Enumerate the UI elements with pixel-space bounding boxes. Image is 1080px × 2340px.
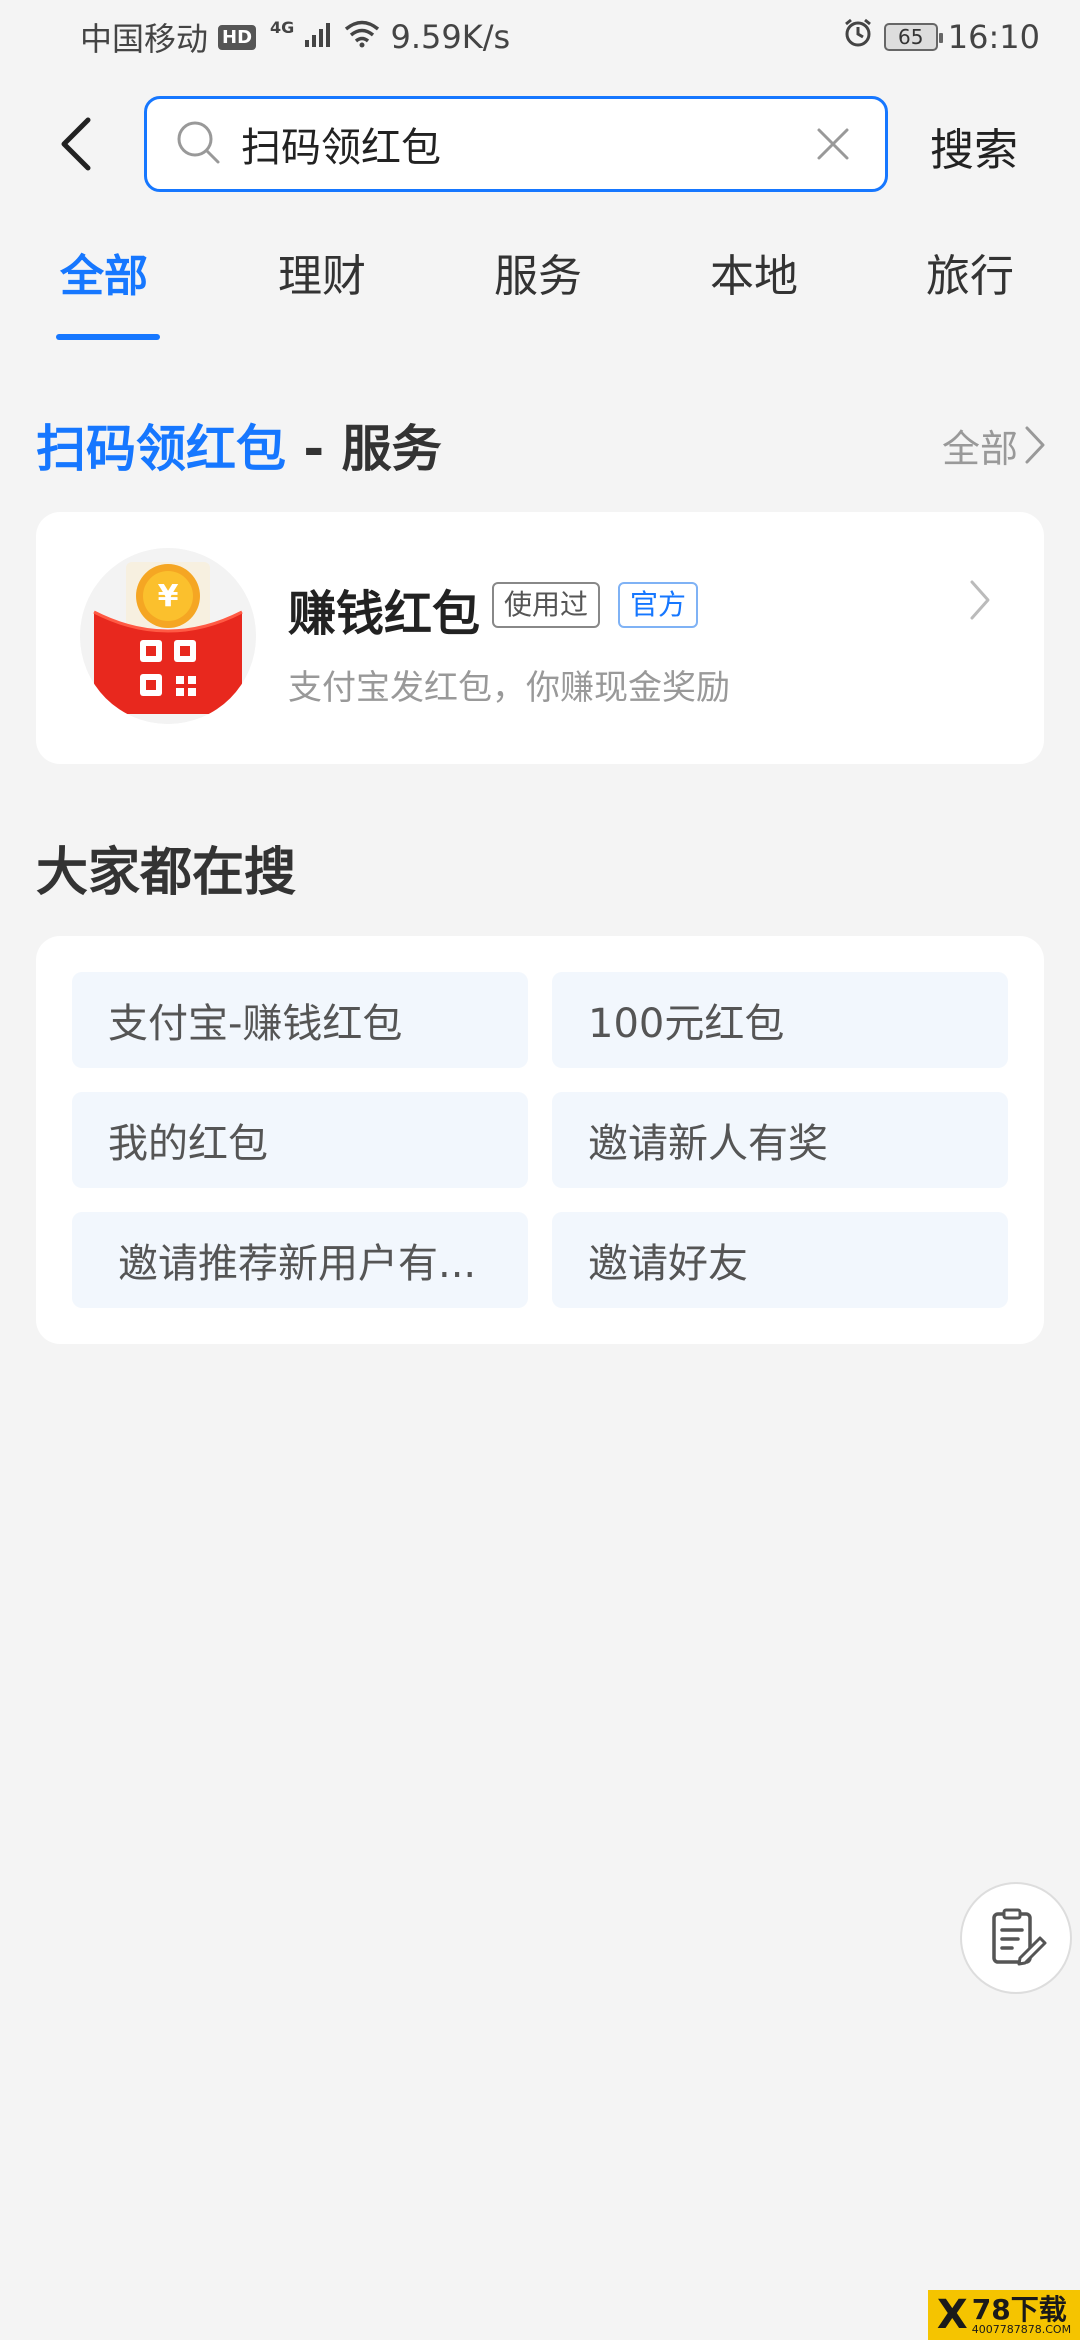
watermark-text: 78下载 4007787878.COM	[971, 2292, 1072, 2336]
tab-finance[interactable]: 理财	[278, 240, 366, 344]
popular-search-chip[interactable]: 我的红包	[72, 1092, 528, 1188]
status-left: 中国移动 HD 4G 9.59K/s	[80, 14, 510, 60]
alarm-icon	[842, 17, 874, 57]
search-header: 搜索	[0, 96, 1080, 192]
used-badge: 使用过	[492, 582, 601, 628]
popular-search-chip[interactable]: 邀请好友	[552, 1212, 1008, 1308]
see-all-link[interactable]: 全部	[942, 418, 1046, 473]
carrier-label: 中国移动	[80, 20, 209, 58]
battery-icon: 65	[883, 23, 943, 51]
watermark-x: X	[936, 2292, 968, 2338]
active-tab-indicator	[56, 334, 160, 340]
popular-searches-card: 支付宝-赚钱红包 100元红包 我的红包 邀请新人有奖 邀请推荐新用户有... …	[36, 936, 1044, 1344]
service-result-card[interactable]: ¥ 赚钱红包 使用过 官方 支付宝发红包，你赚现金奖励	[36, 512, 1044, 764]
status-bar: 中国移动 HD 4G 9.59K/s 65 16:10	[0, 0, 1080, 74]
clear-button[interactable]	[809, 120, 857, 168]
search-input[interactable]	[241, 121, 809, 167]
see-all-label: 全部	[941, 426, 1018, 471]
search-button[interactable]: 搜索	[930, 114, 1018, 178]
close-icon	[817, 128, 849, 160]
popular-search-chip[interactable]: 邀请新人有奖	[552, 1092, 1008, 1188]
back-button[interactable]	[44, 112, 108, 176]
official-badge: 官方	[618, 582, 699, 628]
tab-local[interactable]: 本地	[710, 240, 798, 344]
network-type: 4G	[270, 18, 295, 37]
popular-searches-title: 大家都在搜	[36, 843, 297, 903]
search-icon	[175, 119, 221, 169]
red-envelope-app-icon: ¥	[80, 548, 256, 724]
wifi-icon	[344, 18, 380, 56]
service-description: 支付宝发红包，你赚现金奖励	[288, 668, 730, 708]
signal-icon: 4G	[266, 18, 334, 56]
feedback-edit-icon	[992, 1908, 1047, 1966]
service-name: 赚钱红包	[288, 586, 481, 642]
feedback-button[interactable]	[960, 1882, 1072, 1994]
chevron-right-icon	[1025, 426, 1045, 464]
network-speed: 9.59K/s	[390, 18, 511, 56]
clock: 16:10	[947, 18, 1040, 56]
chevron-left-icon	[61, 117, 91, 171]
watermark-sub: 4007787878.COM	[971, 2322, 1072, 2336]
popular-search-chip[interactable]: 邀请推荐新用户有...	[72, 1212, 528, 1308]
watermark-logo: X 78下载 4007787878.COM	[928, 2290, 1080, 2340]
popular-search-chip[interactable]: 100元红包	[552, 972, 1008, 1068]
tab-travel[interactable]: 旅行	[926, 240, 1014, 344]
popular-search-chip[interactable]: 支付宝-赚钱红包	[72, 972, 528, 1068]
watermark-main: 78下载	[971, 2292, 1067, 2326]
section-title-category: - 服务	[286, 420, 442, 478]
search-box[interactable]	[144, 96, 888, 192]
section-title-keyword: 扫码领红包	[36, 420, 286, 478]
tab-all[interactable]: 全部	[60, 240, 148, 344]
hd-badge: HD	[218, 24, 257, 50]
tab-services[interactable]: 服务	[494, 240, 582, 344]
svg-text:¥: ¥	[158, 579, 179, 614]
status-right: 65 16:10	[842, 17, 1040, 57]
section-title: 扫码领红包 - 服务	[36, 409, 442, 481]
category-tabs: 全部 理财 服务 本地 旅行	[0, 240, 1080, 344]
chevron-right-icon	[968, 578, 992, 626]
service-section-header: 扫码领红包 - 服务 全部	[36, 410, 1046, 480]
